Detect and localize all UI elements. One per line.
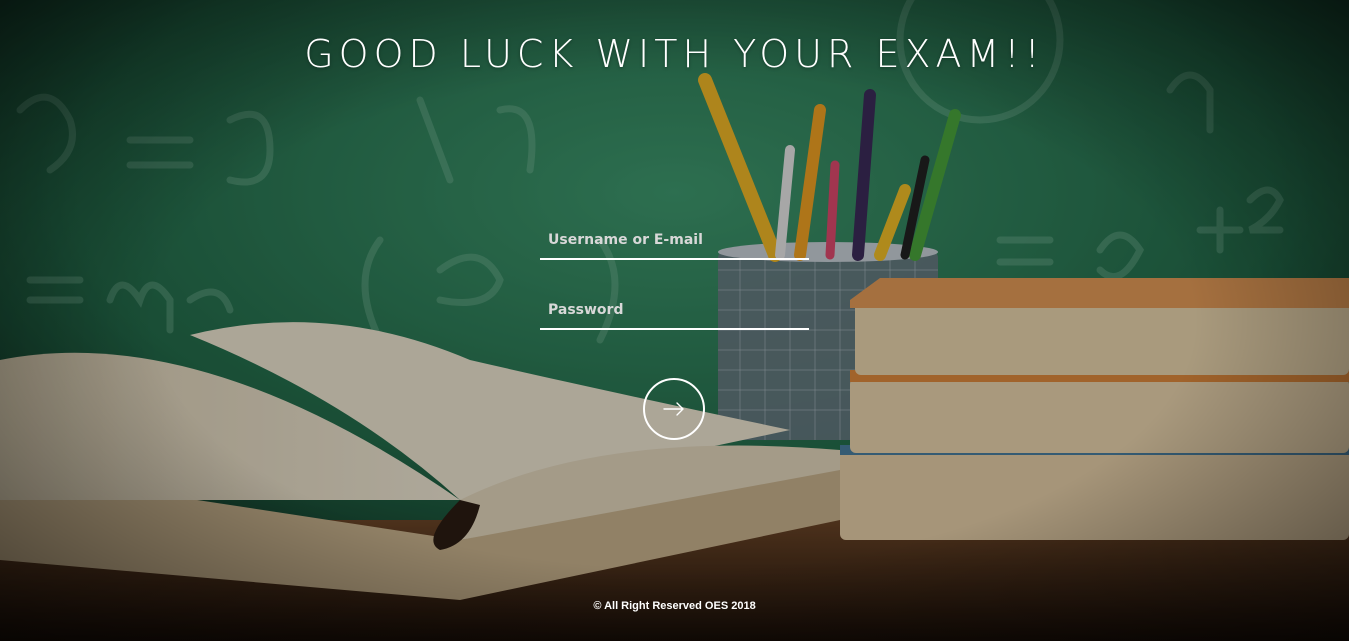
username-input[interactable] bbox=[540, 222, 809, 260]
page-title: GOOD LUCK WITH YOUR EXAM!! bbox=[304, 32, 1045, 76]
password-input[interactable] bbox=[540, 292, 809, 330]
arrow-right-icon bbox=[663, 402, 684, 416]
login-submit-button[interactable] bbox=[643, 378, 705, 440]
footer-copyright: © All Right Reserved OES 2018 bbox=[593, 600, 756, 612]
